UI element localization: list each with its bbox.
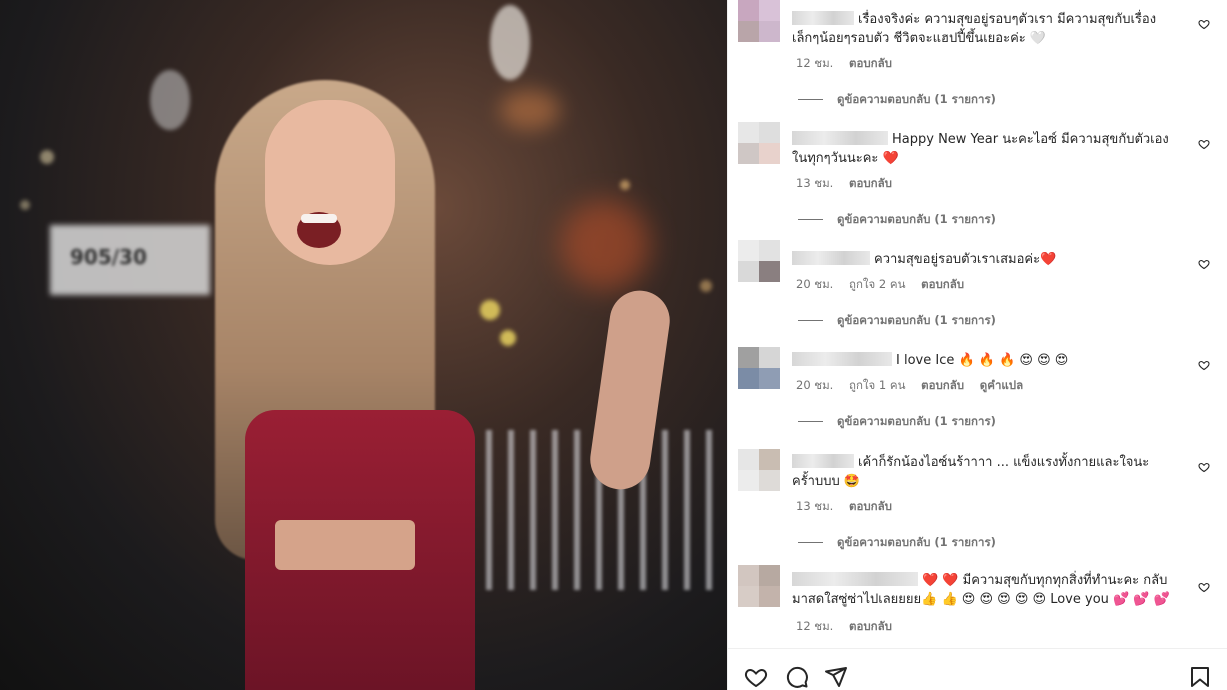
view-replies-button[interactable]: ดูข้อความตอบกลับ (1 รายการ) xyxy=(798,534,996,552)
view-replies-button[interactable]: ดูข้อความตอบกลับ (1 รายการ) xyxy=(798,413,996,431)
likes-count[interactable]: ถูกใจ 2 คน xyxy=(849,277,905,291)
comment-meta: 20 ชม. ถูกใจ 1 คน ตอบกลับ ดูคำแปล xyxy=(796,377,1035,395)
divider-line xyxy=(798,99,823,100)
username-redacted[interactable] xyxy=(792,131,888,145)
bookmark-icon[interactable] xyxy=(1188,665,1212,689)
post-photo[interactable]: 905/30 xyxy=(0,0,727,690)
avatar[interactable] xyxy=(738,0,780,42)
comments-panel: เรื่องจริงค่ะ ความสุขอยู่รอบๆตัวเรา มีคว… xyxy=(727,0,1227,690)
view-replies-button[interactable]: ดูข้อความตอบกลับ (1 รายการ) xyxy=(798,312,996,330)
avatar[interactable] xyxy=(738,122,780,164)
view-replies-button[interactable]: ดูข้อความตอบกลับ (1 รายการ) xyxy=(798,211,996,229)
comment-meta: 12 ชม. ตอบกลับ xyxy=(796,55,904,73)
username-redacted[interactable] xyxy=(792,572,918,586)
username-redacted[interactable] xyxy=(792,11,854,25)
view-replies-label: ดูข้อความตอบกลับ (1 รายการ) xyxy=(837,535,996,549)
reply-button[interactable]: ตอบกลับ xyxy=(849,176,892,190)
comment-meta: 20 ชม. ถูกใจ 2 คน ตอบกลับ xyxy=(796,276,976,294)
avatar[interactable] xyxy=(738,565,780,607)
comment-meta: 13 ชม. ตอบกลับ xyxy=(796,175,904,193)
comment-text: ความสุขอยู่รอบตัวเราเสมอค่ะ❤️ xyxy=(792,250,1177,269)
send-icon[interactable] xyxy=(824,665,848,689)
username-redacted[interactable] xyxy=(792,352,892,366)
reply-button[interactable]: ตอบกลับ xyxy=(921,277,964,291)
comment-time: 13 ชม. xyxy=(796,499,834,513)
comment-text: เค้าก็รักน้องไอซ์นร้าาาา ... แข็งแรงทั้ง… xyxy=(792,453,1177,491)
heart-outline-icon[interactable] xyxy=(1198,359,1210,371)
view-replies-button[interactable]: ดูข้อความตอบกลับ (1 รายการ) xyxy=(798,91,996,109)
comment-time: 12 ชม. xyxy=(796,56,834,70)
comment-meta: 13 ชม. ตอบกลับ xyxy=(796,498,904,516)
heart-outline-icon[interactable] xyxy=(1198,18,1210,30)
avatar[interactable] xyxy=(738,449,780,491)
reply-button[interactable]: ตอบกลับ xyxy=(849,619,892,633)
sign-text: 905/30 xyxy=(70,245,147,269)
divider-line xyxy=(798,219,823,220)
view-replies-label: ดูข้อความตอบกลับ (1 รายการ) xyxy=(837,92,996,106)
view-replies-label: ดูข้อความตอบกลับ (1 รายการ) xyxy=(837,414,996,428)
comment-text: Happy New Year นะคะไอซ์ มีความสุขกับตัวเ… xyxy=(792,130,1177,168)
view-replies-label: ดูข้อความตอบกลับ (1 รายการ) xyxy=(837,313,996,327)
post-action-bar xyxy=(728,648,1227,690)
comment-time: 12 ชม. xyxy=(796,619,834,633)
divider-line xyxy=(798,542,823,543)
comment-time: 13 ชม. xyxy=(796,176,834,190)
comment-text: I love Ice 🔥 🔥 🔥 😍 😍 😍 xyxy=(792,351,1177,370)
reply-button[interactable]: ตอบกลับ xyxy=(849,56,892,70)
divider-line xyxy=(798,320,823,321)
comment-time: 20 ชม. xyxy=(796,378,834,392)
username-redacted[interactable] xyxy=(792,251,870,265)
heart-outline-icon[interactable] xyxy=(1198,461,1210,473)
avatar[interactable] xyxy=(738,347,780,389)
comment-body: I love Ice 🔥 🔥 🔥 😍 😍 😍 xyxy=(896,353,1069,368)
heart-outline-icon[interactable] xyxy=(1198,258,1210,270)
heart-outline-icon[interactable] xyxy=(1198,138,1210,150)
heart-icon[interactable] xyxy=(744,665,768,689)
reply-button[interactable]: ตอบกลับ xyxy=(921,378,964,392)
heart-outline-icon[interactable] xyxy=(1198,581,1210,593)
comment-body: ความสุขอยู่รอบตัวเราเสมอค่ะ❤️ xyxy=(874,252,1057,267)
comment-meta: 12 ชม. ตอบกลับ xyxy=(796,618,904,636)
reply-button[interactable]: ตอบกลับ xyxy=(849,499,892,513)
likes-count[interactable]: ถูกใจ 1 คน xyxy=(849,378,905,392)
comment-time: 20 ชม. xyxy=(796,277,834,291)
divider-line xyxy=(798,421,823,422)
teeth xyxy=(301,214,337,223)
waist xyxy=(275,520,415,570)
comment-text: เรื่องจริงค่ะ ความสุขอยู่รอบๆตัวเรา มีคว… xyxy=(792,10,1177,48)
view-replies-label: ดูข้อความตอบกลับ (1 รายการ) xyxy=(837,212,996,226)
translate-button[interactable]: ดูคำแปล xyxy=(980,378,1023,392)
comment-icon[interactable] xyxy=(785,665,809,689)
username-redacted[interactable] xyxy=(792,454,854,468)
comment-text: ❤️ ❤️ มีความสุขกับทุกทุกสิ่งที่ทำนะคะ กล… xyxy=(792,571,1177,609)
avatar[interactable] xyxy=(738,240,780,282)
